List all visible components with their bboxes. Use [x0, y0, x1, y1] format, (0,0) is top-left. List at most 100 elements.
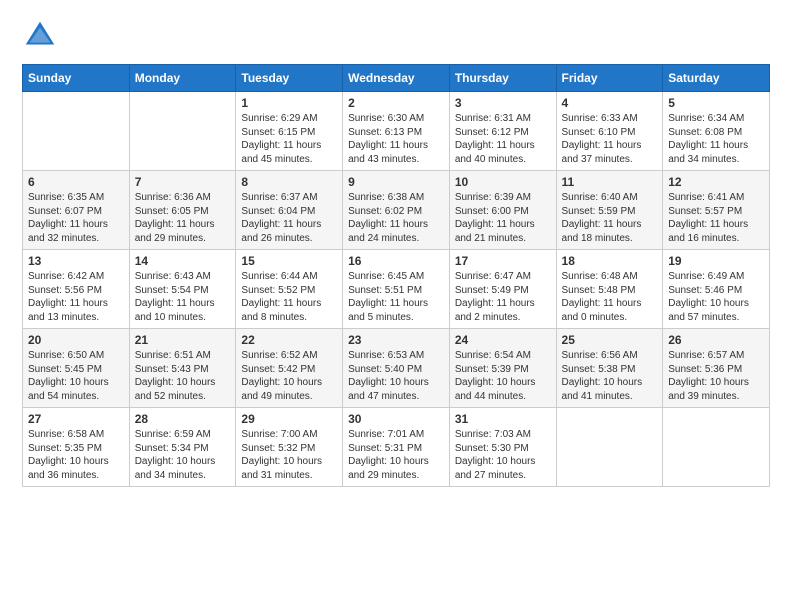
day-number: 9 — [348, 175, 444, 189]
calendar-cell: 17 Sunrise: 6:47 AM Sunset: 5:49 PM Dayligh… — [449, 250, 556, 329]
daylight-text: Daylight: 11 hours and 40 minutes. — [455, 140, 535, 165]
sunset-text: Sunset: 5:49 PM — [455, 285, 529, 296]
cell-info: Sunrise: 6:45 AMSunset: 5:51 PMDaylight:… — [348, 270, 444, 324]
calendar-cell: 11Sunrise: 6:40 AMSunset: 5:59 PMDayligh… — [556, 171, 663, 250]
cell-info: Sunrise: 6:47 AM Sunset: 5:49 PM Daylight:… — [455, 270, 551, 324]
sunrise-text: Sunrise: 6:43 AM — [135, 271, 211, 282]
sunset-text: Sunset: 5:54 PM — [135, 285, 209, 296]
cell-info: Sunrise: 6:56 AMSunset: 5:38 PMDaylight:… — [562, 349, 658, 403]
week-row-3: 13Sunrise: 6:42 AMSunset: 5:56 PMDayligh… — [23, 250, 770, 329]
sunrise-text: Sunrise: 6:59 AM — [135, 429, 211, 440]
sunset-text: Sunset: 6:13 PM — [348, 127, 422, 138]
sunset-text: Sunset: 5:52 PM — [241, 285, 315, 296]
calendar-cell: 2Sunrise: 6:30 AMSunset: 6:13 PMDaylight… — [343, 92, 450, 171]
daylight-text: Daylight: 11 hours and 37 minutes. — [562, 140, 642, 165]
sunrise-text: Sunrise: 6:39 AM — [455, 192, 531, 203]
day-number: 21 — [135, 333, 231, 347]
daylight-text: Daylight: 11 hours and 32 minutes. — [28, 219, 108, 244]
daylight-text: Daylight: 11 hours and 26 minutes. — [241, 219, 321, 244]
sunrise-text: Sunrise: 6:41 AM — [668, 192, 744, 203]
day-number: 7 — [135, 175, 231, 189]
daylight-text: Daylight: 11 hours and 10 minutes. — [135, 298, 215, 323]
cell-info: Sunrise: 6:49 AMSunset: 5:46 PMDaylight:… — [668, 270, 764, 324]
sunset-text: Sunset: 6:07 PM — [28, 206, 102, 217]
cell-info: Sunrise: 6:43 AM Sunset: 5:54 PM Daylight:… — [135, 270, 231, 324]
cell-info: Sunrise: 6:38 AMSunset: 6:02 PMDaylight:… — [348, 191, 444, 245]
calendar-cell: 22Sunrise: 6:52 AMSunset: 5:42 PMDayligh… — [236, 329, 343, 408]
day-number: 14 — [135, 254, 231, 268]
calendar-cell: 20Sunrise: 6:50 AMSunset: 5:45 PMDayligh… — [23, 329, 130, 408]
sunrise-text: Sunrise: 6:38 AM — [348, 192, 424, 203]
daylight-text: Daylight: 10 hours and 27 minutes. — [455, 456, 536, 481]
sunrise-text: Sunrise: 6:34 AM — [668, 113, 744, 124]
day-number: 15 — [241, 254, 337, 268]
cell-info: Sunrise: 6:50 AMSunset: 5:45 PMDaylight:… — [28, 349, 124, 403]
sunrise-text: Sunrise: 6:35 AM — [28, 192, 104, 203]
daylight-text: Daylight: 10 hours and 39 minutes. — [668, 377, 749, 402]
day-number: 4 — [562, 96, 658, 110]
sunset-text: Sunset: 5:42 PM — [241, 364, 315, 375]
day-number: 17 — [455, 254, 551, 268]
sunset-text: Sunset: 6:04 PM — [241, 206, 315, 217]
day-number: 31 — [455, 412, 551, 426]
day-number: 23 — [348, 333, 444, 347]
sunset-text: Sunset: 5:56 PM — [28, 285, 102, 296]
sunset-text: Sunset: 6:05 PM — [135, 206, 209, 217]
col-header-friday: Friday — [556, 65, 663, 92]
calendar-cell: 23Sunrise: 6:53 AMSunset: 5:40 PMDayligh… — [343, 329, 450, 408]
cell-info: Sunrise: 6:59 AMSunset: 5:34 PMDaylight:… — [135, 428, 231, 482]
daylight-text: Daylight: 11 hours and 2 minutes. — [455, 298, 535, 323]
daylight-text: Daylight: 11 hours and 16 minutes. — [668, 219, 748, 244]
cell-info: Sunrise: 6:51 AMSunset: 5:43 PMDaylight:… — [135, 349, 231, 403]
day-number: 1 — [241, 96, 337, 110]
col-header-tuesday: Tuesday — [236, 65, 343, 92]
calendar-cell: 1Sunrise: 6:29 AMSunset: 6:15 PMDaylight… — [236, 92, 343, 171]
cell-info: Sunrise: 6:35 AM Sunset: 6:07 PM Daylight:… — [28, 191, 124, 245]
calendar-cell: 4Sunrise: 6:33 AMSunset: 6:10 PMDaylight… — [556, 92, 663, 171]
day-number: 30 — [348, 412, 444, 426]
cell-info: Sunrise: 7:03 AMSunset: 5:30 PMDaylight:… — [455, 428, 551, 482]
daylight-text: Daylight: 10 hours and 31 minutes. — [241, 456, 322, 481]
sunset-text: Sunset: 6:15 PM — [241, 127, 315, 138]
day-number: 19 — [668, 254, 764, 268]
day-number: 5 — [668, 96, 764, 110]
day-number: 29 — [241, 412, 337, 426]
sunrise-text: Sunrise: 6:36 AM — [135, 192, 211, 203]
logo-icon — [22, 18, 58, 54]
sunset-text: Sunset: 5:46 PM — [668, 285, 742, 296]
calendar-cell: 24Sunrise: 6:54 AMSunset: 5:39 PMDayligh… — [449, 329, 556, 408]
cell-info: Sunrise: 6:41 AMSunset: 5:57 PMDaylight:… — [668, 191, 764, 245]
calendar-cell: 7Sunrise: 6:36 AMSunset: 6:05 PMDaylight… — [129, 171, 236, 250]
sunrise-text: Sunrise: 6:54 AM — [455, 350, 531, 361]
sunrise-text: Sunrise: 6:52 AM — [241, 350, 317, 361]
day-number: 28 — [135, 412, 231, 426]
cell-info: Sunrise: 6:42 AMSunset: 5:56 PMDaylight:… — [28, 270, 124, 324]
sunset-text: Sunset: 5:35 PM — [28, 443, 102, 454]
sunset-text: Sunset: 5:34 PM — [135, 443, 209, 454]
calendar-cell: 21 Sunrise: 6:51 AMSunset: 5:43 PMDayligh… — [129, 329, 236, 408]
cell-info: Sunrise: 6:52 AMSunset: 5:42 PMDaylight:… — [241, 349, 337, 403]
sunrise-text: Sunrise: 6:31 AM — [455, 113, 531, 124]
calendar-cell: 30Sunrise: 7:01 AMSunset: 5:31 PMDayligh… — [343, 408, 450, 487]
daylight-text: Daylight: 10 hours and 29 minutes. — [348, 456, 429, 481]
sunrise-text: Sunrise: 6:56 AM — [562, 350, 638, 361]
page: SundayMondayTuesdayWednesdayThursdayFrid… — [0, 0, 792, 612]
daylight-text: Daylight: 11 hours and 18 minutes. — [562, 219, 642, 244]
header — [22, 18, 770, 54]
day-number: 16 — [348, 254, 444, 268]
calendar-cell: 31 Sunrise: 7:03 AMSunset: 5:30 PMDayligh… — [449, 408, 556, 487]
sunrise-text: Sunrise: 6:44 AM — [241, 271, 317, 282]
daylight-text: Daylight: 10 hours and 54 minutes. — [28, 377, 109, 402]
day-number: 18 — [562, 254, 658, 268]
sunset-text: Sunset: 5:45 PM — [28, 364, 102, 375]
cell-info: Sunrise: 6:57 AMSunset: 5:36 PMDaylight:… — [668, 349, 764, 403]
sunrise-text: Sunrise: 6:47 AM — [455, 271, 531, 282]
cell-info: Sunrise: 6:48 AMSunset: 5:48 PMDaylight:… — [562, 270, 658, 324]
sunrise-text: Sunrise: 6:58 AM — [28, 429, 104, 440]
sunset-text: Sunset: 5:36 PM — [668, 364, 742, 375]
calendar-cell — [663, 408, 770, 487]
col-header-wednesday: Wednesday — [343, 65, 450, 92]
sunrise-text: Sunrise: 6:45 AM — [348, 271, 424, 282]
header-row: SundayMondayTuesdayWednesdayThursdayFrid… — [23, 65, 770, 92]
day-number: 11 — [562, 175, 658, 189]
